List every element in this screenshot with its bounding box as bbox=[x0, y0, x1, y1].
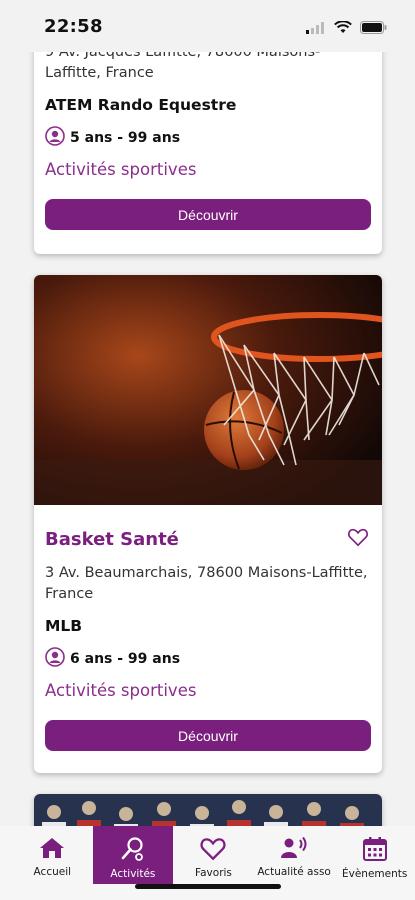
discover-button[interactable]: Découvrir bbox=[45, 720, 371, 751]
status-icons bbox=[306, 19, 387, 38]
heart-icon bbox=[199, 836, 227, 864]
announcement-icon bbox=[280, 836, 308, 863]
activity-card: Basket Santé 3 Av. Beaumarchais, 78600 M… bbox=[34, 275, 382, 773]
user-icon bbox=[45, 126, 65, 150]
card-organization: ATEM Rando Equestre bbox=[45, 96, 237, 114]
nav-label: Activités bbox=[110, 868, 156, 880]
age-text: 5 ans - 99 ans bbox=[70, 130, 181, 146]
nav-item-activites[interactable]: Activités bbox=[92, 826, 174, 884]
discover-button[interactable]: Découvrir bbox=[45, 199, 371, 230]
card-category[interactable]: Activités sportives bbox=[45, 681, 371, 700]
nav-label: Évènements bbox=[341, 868, 408, 880]
home-indicator[interactable] bbox=[135, 884, 281, 889]
basketball-image bbox=[34, 275, 382, 505]
nav-label: Favoris bbox=[195, 867, 232, 879]
calendar-icon bbox=[362, 836, 388, 865]
nav-item-evenements[interactable]: Évènements bbox=[334, 826, 415, 884]
age-text: 6 ans - 99 ans bbox=[70, 651, 181, 667]
card-category[interactable]: Activités sportives bbox=[45, 160, 371, 179]
crowd-image bbox=[34, 794, 382, 826]
nav-item-favoris[interactable]: Favoris bbox=[173, 826, 254, 884]
nav-label: Accueil bbox=[33, 866, 72, 878]
card-age-range: 5 ans - 99 ans bbox=[45, 126, 371, 150]
favorite-heart-icon[interactable] bbox=[347, 527, 369, 551]
activity-list[interactable]: 9 Av. Jacques Laffitte, 78600 Maisons-La… bbox=[0, 0, 415, 826]
status-bar: 22:58 bbox=[0, 0, 415, 52]
home-icon bbox=[39, 836, 65, 863]
card-title: Basket Santé bbox=[45, 528, 179, 550]
card-organization: MLB bbox=[45, 617, 83, 635]
nav-item-accueil[interactable]: Accueil bbox=[12, 826, 93, 884]
activities-search-icon bbox=[120, 836, 146, 865]
nav-label: Actualité asso bbox=[257, 866, 331, 878]
card-address: 3 Av. Beaumarchais, 78600 Maisons-Laffit… bbox=[45, 565, 368, 602]
activity-card bbox=[34, 794, 382, 826]
signal-icon bbox=[306, 19, 326, 38]
nav-item-actualite-asso[interactable]: Actualité asso bbox=[254, 826, 335, 884]
battery-icon bbox=[360, 19, 387, 38]
user-icon bbox=[45, 647, 65, 671]
status-time: 22:58 bbox=[44, 16, 103, 37]
wifi-icon bbox=[334, 19, 352, 38]
card-age-range: 6 ans - 99 ans bbox=[45, 647, 371, 671]
